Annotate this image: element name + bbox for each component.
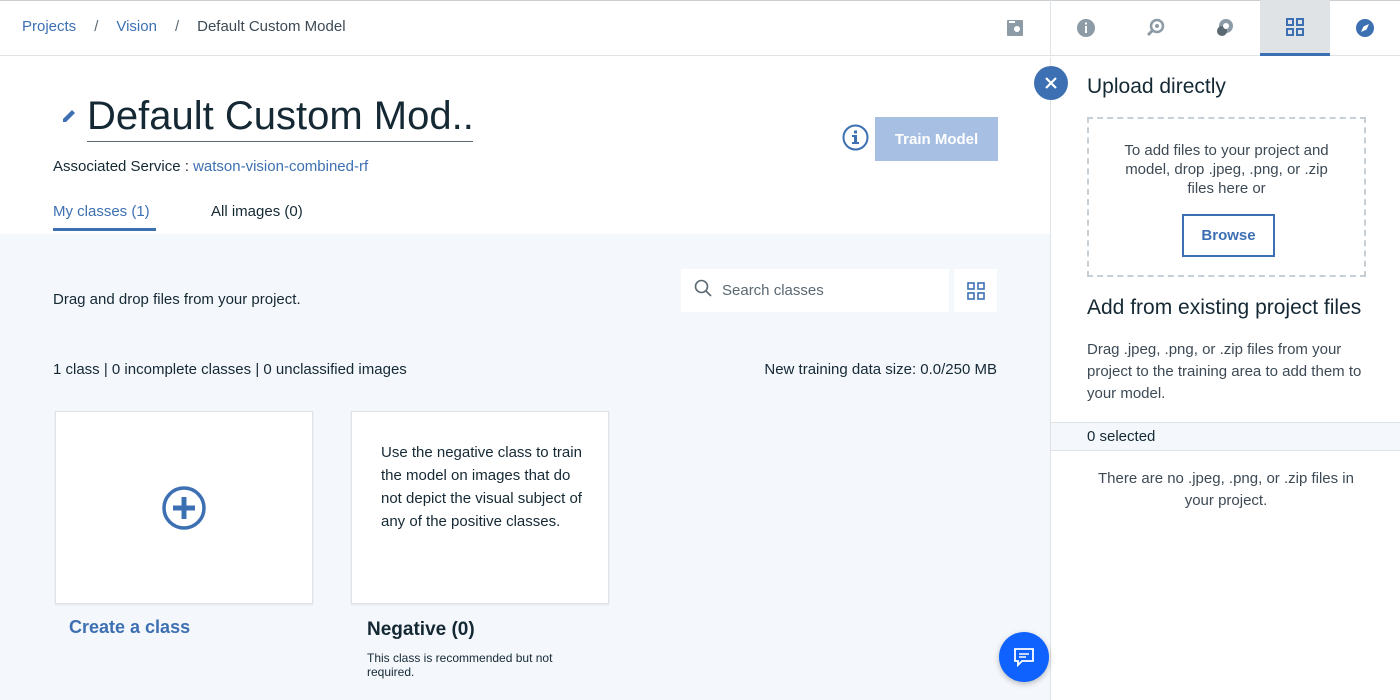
upload-title: Upload directly [1087, 75, 1226, 98]
compass-tab[interactable] [1330, 0, 1400, 56]
negative-class-title[interactable]: Negative (0) [367, 619, 475, 641]
dropzone-text: To add files to your project and model, … [1124, 142, 1329, 197]
associated-service-label: Associated Service : [53, 158, 189, 175]
breadcrumb: Projects / Vision / Default Custom Model [22, 18, 346, 35]
search-placeholder: Search classes [722, 282, 824, 299]
collaborate-icon [1217, 19, 1234, 36]
existing-files-title: Add from existing project files [1087, 296, 1362, 319]
class-stats: 1 class | 0 incomplete classes | 0 uncla… [53, 361, 407, 378]
tab-all-images[interactable]: All images (0) [211, 203, 303, 228]
info-tab[interactable] [1051, 0, 1121, 56]
data-panel-tab[interactable] [1260, 0, 1331, 56]
associated-service-link[interactable]: watson-vision-combined-rf [193, 158, 368, 175]
grid-icon [966, 281, 985, 300]
search-data-icon [1146, 18, 1164, 37]
empty-files-message: There are no .jpeg, .png, or .zip files … [1098, 470, 1354, 509]
existing-files-description: Drag .jpeg, .png, or .zip files from you… [1087, 341, 1362, 402]
top-bar: Projects / Vision / Default Custom Model [0, 0, 1400, 56]
negative-class-description: Use the negative class to train the mode… [381, 444, 582, 530]
tab-my-classes[interactable]: My classes (1) [53, 203, 156, 231]
associated-service: Associated Service : watson-vision-combi… [53, 158, 368, 175]
browse-button[interactable]: Browse [1182, 214, 1275, 257]
breadcrumb-separator: / [94, 18, 99, 35]
grid-view-button[interactable] [954, 269, 997, 312]
add-circle-icon [162, 485, 206, 530]
search-icon [694, 279, 712, 302]
classes-area: Drag and drop files from your project. S… [0, 234, 1050, 700]
breadcrumb-current: Default Custom Model [197, 18, 346, 35]
breadcrumb-vision[interactable]: Vision [116, 18, 157, 35]
search-input[interactable]: Search classes [681, 269, 949, 312]
breadcrumb-projects[interactable]: Projects [22, 18, 76, 35]
training-data-size: New training data size: 0.0/250 MB [764, 361, 997, 378]
create-class-link[interactable]: Create a class [69, 617, 190, 638]
model-title[interactable]: Default Custom Mod... [87, 93, 473, 142]
info-icon [1076, 19, 1095, 37]
train-model-button[interactable]: Train Model [875, 117, 998, 161]
negative-class-card[interactable]: Use the negative class to train the mode… [351, 411, 609, 604]
model-header: Default Custom Mod... Associated Service… [0, 57, 1050, 234]
collaborate-tab[interactable] [1191, 0, 1261, 56]
file-dropzone[interactable]: To add files to your project and model, … [1087, 117, 1366, 277]
compass-icon [1356, 19, 1375, 37]
negative-class-note: This class is recommended but not requir… [367, 651, 553, 679]
chat-button[interactable] [999, 632, 1049, 682]
create-class-card[interactable] [55, 411, 313, 604]
data-panel: Upload directly To add files to your pro… [1050, 57, 1400, 700]
close-icon [1045, 77, 1057, 89]
edit-pencil-icon[interactable] [60, 107, 78, 130]
drag-drop-hint: Drag and drop files from your project. [53, 291, 301, 308]
find-data-tab[interactable] [1121, 0, 1191, 56]
chat-icon [1014, 648, 1034, 668]
data-panel-icon [1286, 17, 1305, 36]
close-panel-button[interactable] [1034, 66, 1068, 100]
info-icon[interactable] [842, 124, 869, 151]
selected-count: 0 selected [1051, 422, 1400, 451]
assets-icon[interactable] [1001, 14, 1029, 42]
side-panel-tabs [1050, 0, 1400, 56]
breadcrumb-separator: / [174, 18, 180, 35]
